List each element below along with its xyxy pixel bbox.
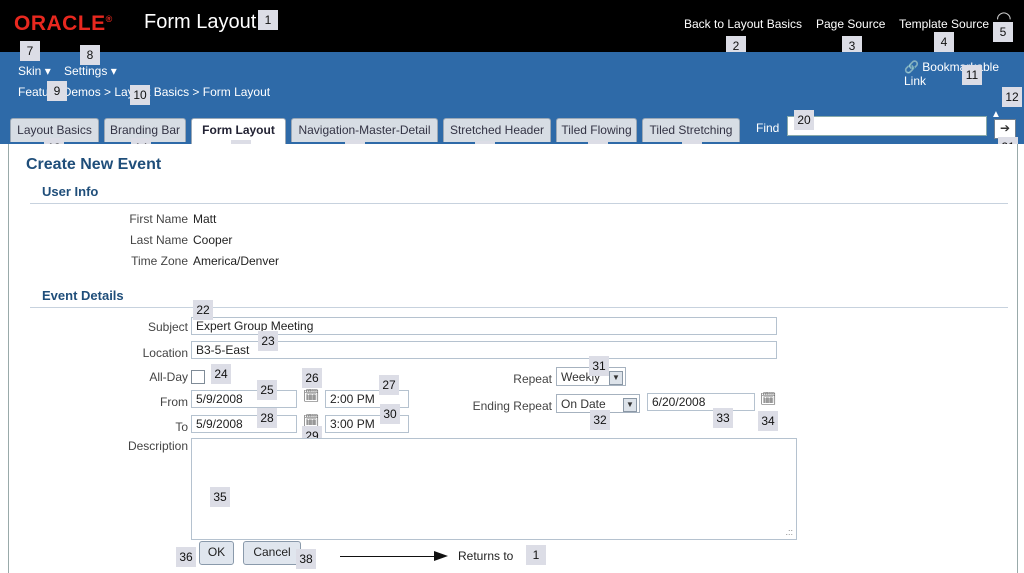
calendar-icon[interactable]: 🗓 — [303, 388, 320, 404]
first-name-label: First Name — [129, 212, 188, 226]
repeat-label: Repeat — [513, 372, 552, 386]
marker-badge: 24 — [211, 364, 231, 384]
marker-badge: 38 — [296, 549, 316, 569]
arrow-right-icon — [434, 551, 448, 561]
from-label: From — [160, 395, 188, 409]
time-zone-label: Time Zone — [131, 254, 188, 268]
event-details-heading: Event Details — [42, 288, 124, 303]
marker-badge: 26 — [302, 368, 322, 388]
marker-badge: 27 — [379, 375, 399, 395]
tab-tiled-flowing[interactable]: Tiled Flowing — [556, 118, 637, 142]
calendar-icon[interactable]: 🗓 — [760, 391, 777, 407]
section-divider — [30, 203, 1008, 204]
marker-badge: 28 — [257, 408, 277, 428]
user-info-heading: User Info — [42, 184, 99, 199]
marker-badge: 9 — [47, 81, 67, 101]
settings-menu[interactable]: Settings ▾ — [64, 64, 117, 78]
to-date-input[interactable]: 5/9/2008 — [191, 415, 297, 433]
skin-menu[interactable]: Skin ▾ — [18, 64, 51, 78]
link-icon: 🔗 — [904, 60, 919, 74]
resize-grip-icon[interactable]: .:: — [785, 527, 793, 537]
tab-tiled-stretching[interactable]: Tiled Stretching — [642, 118, 740, 142]
subject-input[interactable]: Expert Group Meeting — [191, 317, 777, 335]
time-zone-value: America/Denver — [193, 254, 280, 268]
find-button[interactable]: ➔ — [994, 119, 1016, 139]
marker-badge: 25 — [257, 380, 277, 400]
marker-badge: 30 — [380, 404, 400, 424]
marker-badge: 12 — [1002, 87, 1022, 107]
marker-badge: 20 — [794, 110, 814, 130]
marker-badge: 1 — [526, 545, 546, 565]
marker-badge: 4 — [934, 32, 954, 52]
first-name-value: Matt — [193, 212, 217, 226]
last-name-label: Last Name — [129, 233, 188, 247]
marker-badge: 5 — [993, 22, 1013, 42]
returns-to-label: Returns to — [458, 549, 514, 563]
ending-date-input[interactable]: 6/20/2008 — [647, 393, 755, 411]
app-title: Form Layout — [144, 11, 257, 33]
section-divider — [30, 307, 1008, 308]
marker-badge: 31 — [589, 356, 609, 376]
annotation-arrow — [340, 556, 438, 557]
tab-navigation-master-detail[interactable]: Navigation-Master-Detail — [291, 118, 438, 142]
template-source-link[interactable]: Template Source — [899, 17, 989, 31]
marker-badge: 23 — [258, 331, 278, 351]
marker-badge: 35 — [210, 487, 230, 507]
from-date-input[interactable]: 5/9/2008 — [191, 390, 297, 408]
marker-badge: 32 — [590, 410, 610, 430]
tab-stretched-header[interactable]: Stretched Header — [443, 118, 551, 142]
location-input[interactable]: B3-5-East — [191, 341, 777, 359]
marker-badge: 10 — [130, 85, 150, 105]
location-label: Location — [142, 346, 188, 360]
last-name-value: Cooper — [193, 233, 233, 247]
marker-badge: 33 — [713, 408, 733, 428]
global-toolbar — [0, 52, 1024, 114]
oracle-logo: ORACLE® — [14, 12, 113, 35]
chevron-down-icon: ▼ — [623, 398, 637, 412]
marker-badge: 34 — [758, 411, 778, 431]
chevron-down-icon: ▾ — [110, 64, 117, 78]
all-day-checkbox[interactable] — [191, 370, 205, 384]
description-textarea[interactable]: .:: — [191, 438, 797, 540]
scroll-up-icon[interactable]: ▲ — [991, 110, 1003, 120]
description-label: Description — [127, 439, 188, 453]
find-label: Find — [756, 121, 780, 135]
ok-button[interactable]: OK — [199, 541, 234, 565]
to-label: To — [175, 420, 188, 434]
marker-badge: 36 — [176, 547, 196, 567]
marker-badge: 22 — [193, 300, 213, 320]
all-day-label: All-Day — [149, 370, 188, 384]
back-to-layout-basics-link[interactable]: Back to Layout Basics — [684, 17, 802, 31]
page-source-link[interactable]: Page Source — [816, 17, 885, 31]
chevron-down-icon: ▼ — [609, 371, 623, 385]
page-title: Create New Event — [26, 156, 162, 173]
ending-repeat-label: Ending Repeat — [472, 399, 552, 413]
marker-badge: 1 — [258, 10, 278, 30]
subject-label: Subject — [147, 320, 188, 334]
marker-badge: 11 — [962, 65, 982, 85]
cancel-button[interactable]: Cancel — [243, 541, 301, 565]
chevron-down-icon: ▾ — [44, 64, 51, 78]
marker-badge: 7 — [20, 41, 40, 61]
find-input[interactable] — [787, 116, 987, 136]
marker-badge: 8 — [80, 45, 100, 65]
